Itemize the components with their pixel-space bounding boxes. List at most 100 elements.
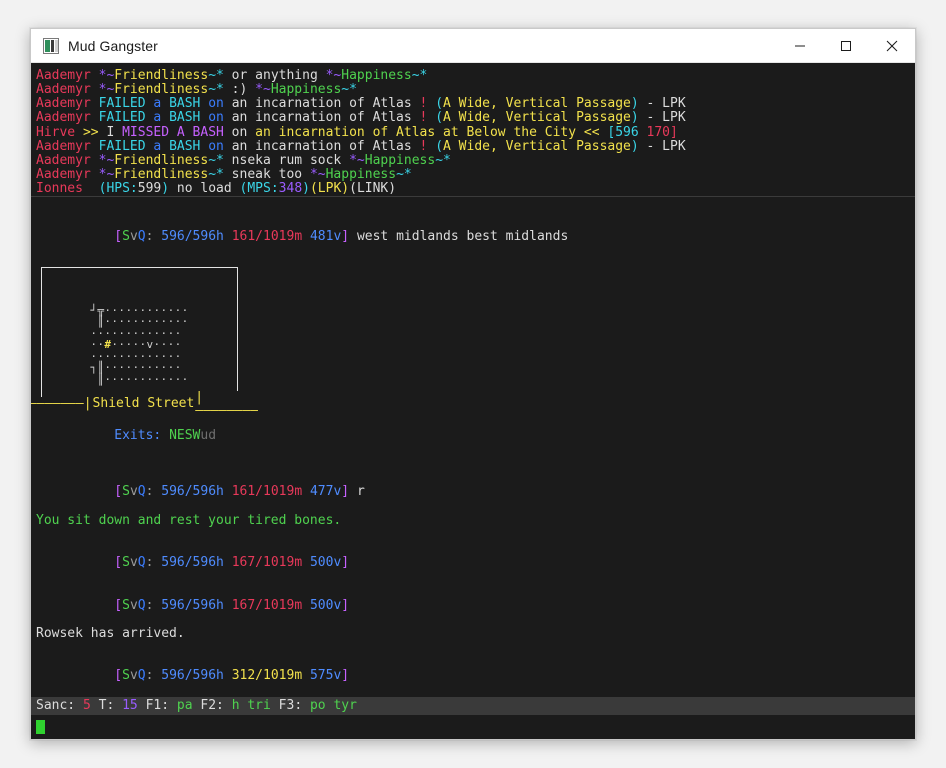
window-titlebar[interactable]: Mud Gangster (31, 29, 915, 63)
chat-run-3: Friendliness (114, 82, 209, 98)
chat-run-5: on (200, 138, 224, 154)
chat-run-8: ~* (341, 82, 357, 98)
map-label-left-rule: ————————| (31, 397, 92, 411)
terminal-area[interactable]: Aademyr *~Friendliness~* or anything *~H… (31, 63, 915, 739)
status-bar[interactable]: Sanc: 5 T: 15 F1: pa F2: h tri F3: po ty… (31, 697, 915, 715)
exits-open: NESW (161, 427, 201, 443)
chat-pane[interactable]: Aademyr *~Friendliness~* or anything *~H… (31, 63, 915, 196)
chat-run-2: FAILED (98, 110, 146, 126)
statusbar-run-2: T: (90, 698, 123, 713)
ascii-map: ┘╦············ ║············ ············… (31, 266, 258, 417)
chat-run-0: Aademyr (36, 82, 91, 98)
map-row: ║············ (90, 372, 189, 386)
chat-line: Aademyr *~Friendliness~* nseka rum sock … (36, 152, 915, 168)
statusbar-run-4: F1: (137, 698, 177, 713)
chat-run-6: *~ (255, 82, 271, 98)
chat-run-8: ~* (411, 68, 428, 83)
chat-run-5: on (200, 96, 224, 112)
chat-run-9: (LPK) (309, 181, 350, 196)
close-icon (886, 40, 898, 51)
maximize-button[interactable] (823, 29, 869, 62)
chat-run-5: :) (223, 82, 256, 98)
chat-run-4: ~* (208, 167, 224, 183)
chat-run-5: no load (169, 181, 240, 196)
chat-run-1 (91, 139, 99, 154)
statusbar-run-5: pa (176, 698, 193, 713)
chat-run-7: 348 (278, 181, 303, 196)
chat-run-5: on (200, 110, 224, 126)
minimize-button[interactable] (777, 29, 823, 62)
chat-run-4: ~* (208, 68, 224, 83)
chat-run-2: I (98, 124, 123, 140)
chat-run-2: HPS: (106, 181, 138, 196)
echoed-command: r (349, 484, 365, 500)
chat-run-1 (91, 96, 99, 111)
chat-run-11: - LPK (638, 96, 686, 112)
chat-run-0: Hirve (36, 124, 76, 140)
chat-run-2: *~ (98, 152, 115, 168)
maximize-icon (841, 40, 851, 51)
chat-run-1: >> (75, 124, 99, 140)
command-input[interactable] (31, 715, 915, 739)
chat-run-1 (91, 167, 99, 182)
chat-run-9: A Wide, Vertical Passage (443, 110, 631, 126)
chat-run-5: or anything (223, 68, 326, 83)
chat-run-7: Happiness (341, 68, 412, 83)
chat-run-6: *~ (349, 152, 365, 168)
chat-run-7: Happiness (270, 82, 342, 98)
main-output-pane[interactable]: [SvQ: 596/596h 161/1019m 481v] west midl… (31, 197, 915, 697)
prompt-line: [SvQ: 596/596h 312/1019m 575v] (114, 668, 350, 684)
chat-run-3: Friendliness (114, 152, 209, 168)
map-label-right-rule: |———————— (195, 389, 258, 418)
status-bar-text: Sanc: 5 T: 15 F1: pa F2: h tri F3: po ty… (36, 697, 357, 715)
chat-run-10: ) (630, 110, 639, 126)
chat-run-1 (91, 82, 99, 97)
chat-run-6: *~ (325, 68, 342, 83)
prompt-hp: 596/596h (161, 229, 224, 245)
chat-run-10: (LINK) (349, 181, 397, 196)
chat-line: Aademyr FAILED a BASH on an incarnation … (36, 97, 915, 111)
map-room-label-wrap: ————————|Shield Street|———————— (31, 390, 258, 417)
chat-run-7: Happiness (325, 167, 397, 183)
scrollbar[interactable] (911, 197, 915, 697)
game-message: Rowsek has arrived. (36, 625, 185, 641)
chat-run-8: ( (427, 96, 444, 112)
chat-run-0: Aademyr (36, 96, 91, 112)
chat-run-8: ~* (396, 167, 412, 183)
chat-run-0: Aademyr (36, 167, 91, 183)
chat-line: Aademyr *~Friendliness~* sneak too *~Hap… (36, 168, 915, 182)
chat-line: Aademyr *~Friendliness~* or anything *~H… (36, 68, 915, 83)
chat-run-9: A Wide, Vertical Passage (443, 138, 631, 154)
chat-line: Aademyr FAILED a BASH on an incarnation … (36, 138, 915, 154)
chat-run-6: (MPS: (239, 181, 279, 196)
statusbar-run-0: Sanc: (36, 698, 83, 713)
chat-run-4: BASH (169, 96, 201, 112)
chat-line-list: Aademyr *~Friendliness~* or anything *~H… (36, 68, 915, 196)
chat-run-4: on (223, 124, 256, 140)
chat-run-5: an incarnation of Atlas at Below the Cit… (255, 124, 600, 140)
chat-run-4: ~* (208, 82, 224, 98)
chat-run-6: *~ (309, 167, 326, 183)
chat-run-0: Aademyr (36, 110, 91, 126)
chat-run-1 (91, 110, 99, 125)
app-icon (43, 37, 59, 54)
chat-line: Hirve >> I MISSED A BASH on an incarnati… (36, 124, 915, 140)
chat-line: Aademyr FAILED a BASH on an incarnation … (36, 111, 915, 125)
close-button[interactable] (869, 29, 915, 62)
chat-run-0: Aademyr (36, 68, 91, 83)
chat-run-8 (639, 125, 647, 140)
chat-run-4: BASH (169, 110, 201, 126)
chat-run-7: Happiness (364, 152, 436, 168)
echoed-command: west midlands best midlands (349, 229, 569, 245)
prompt-line: [SvQ: 596/596h 161/1019m 477v] r (114, 484, 365, 500)
statusbar-run-1: 5 (82, 698, 91, 713)
prompt-colon: : (145, 229, 162, 245)
map-room-label: Shield Street (91, 395, 196, 411)
chat-run-1 (91, 153, 99, 168)
prompt-line: [SvQ: 596/596h 167/1019m 500v] (114, 597, 350, 613)
chat-run-3: a (145, 138, 170, 154)
chat-run-8: ( (427, 138, 444, 154)
